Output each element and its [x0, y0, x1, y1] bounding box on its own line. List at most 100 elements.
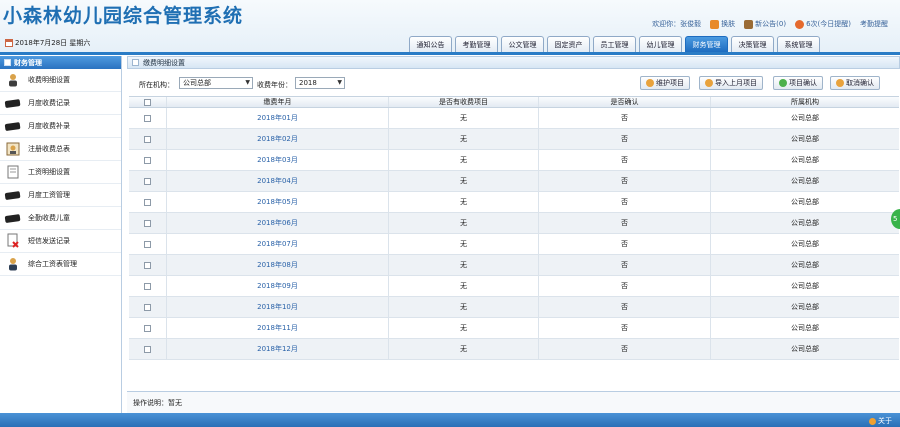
confirm-icon	[779, 79, 787, 87]
sidebar-item-fee-supplement[interactable]: 月度收费补录	[0, 115, 121, 138]
sidebar-item-fee-settings[interactable]: 收费明细设置	[0, 69, 121, 92]
row-checkbox[interactable]	[144, 114, 151, 122]
page-icon	[132, 59, 139, 66]
row-checkbox[interactable]	[144, 156, 151, 164]
import-last-month-button[interactable]: 导入上月项目	[699, 76, 763, 90]
reminder-link[interactable]: 6次(今日提醒)	[795, 19, 851, 29]
confirmed-cell: 否	[539, 192, 711, 212]
month-link[interactable]: 2018年05月	[257, 197, 298, 207]
month-link[interactable]: 2018年08月	[257, 260, 298, 270]
month-link[interactable]: 2018年11月	[257, 323, 298, 333]
row-checkbox[interactable]	[144, 240, 151, 248]
calendar-icon	[5, 39, 13, 47]
month-link[interactable]: 2018年02月	[257, 134, 298, 144]
month-link[interactable]: 2018年03月	[257, 155, 298, 165]
sidebar-item-monthly-fee[interactable]: 月度收费记录	[0, 92, 121, 115]
fee-table: 缴费年月 是否有收费项目 是否确认 所属机构 2018年01月无否公司总部 201…	[129, 96, 899, 360]
row-checkbox[interactable]	[144, 345, 151, 353]
row-checkbox[interactable]	[144, 303, 151, 311]
column-header: 是否确认	[539, 97, 711, 107]
header: 小森林幼儿园综合管理系统 欢迎你：张俊毅 换肤 新公告(0) 6次(今日提醒) …	[0, 0, 900, 52]
sidebar-item-full-attendance[interactable]: 全勤收费儿童	[0, 207, 121, 230]
attendance-reminder-link[interactable]: 考勤提醒	[860, 19, 888, 29]
app-window: 小森林幼儿园综合管理系统 欢迎你：张俊毅 换肤 新公告(0) 6次(今日提醒) …	[0, 0, 900, 427]
row-checkbox[interactable]	[144, 198, 151, 206]
row-checkbox[interactable]	[144, 177, 151, 185]
row-select-cell	[129, 234, 167, 254]
org-cell: 公司总部	[711, 213, 899, 233]
sidebar-item-sms-records[interactable]: 短信发送记录	[0, 230, 121, 253]
month-link[interactable]: 2018年12月	[257, 344, 298, 354]
has-items-cell: 无	[389, 150, 539, 170]
tab-assets[interactable]: 固定资产	[547, 36, 590, 52]
tab-finance[interactable]: 财务管理	[685, 36, 728, 52]
confirmed-cell: 否	[539, 213, 711, 233]
row-checkbox[interactable]	[144, 219, 151, 227]
month-link[interactable]: 2018年01月	[257, 113, 298, 123]
year-select[interactable]: 2018 ▼	[295, 77, 345, 89]
month-link[interactable]: 2018年07月	[257, 239, 298, 249]
row-checkbox[interactable]	[144, 135, 151, 143]
sidebar-item-label: 月度收费记录	[28, 99, 70, 107]
tab-system[interactable]: 系统管理	[777, 36, 820, 52]
month-link[interactable]: 2018年06月	[257, 218, 298, 228]
year-filter-label: 收费年份：	[257, 81, 292, 89]
sidebar-item-salary-settings[interactable]: 工资明细设置	[0, 161, 121, 184]
org-cell: 公司总部	[711, 276, 899, 296]
tab-notice[interactable]: 通知公告	[409, 36, 452, 52]
has-items-cell: 无	[389, 276, 539, 296]
table-header-row: 缴费年月 是否有收费项目 是否确认 所属机构	[129, 96, 899, 108]
sidebar-item-monthly-salary[interactable]: 月度工资管理	[0, 184, 121, 207]
cell-text: 否	[621, 282, 628, 290]
maintain-items-button[interactable]: 维护项目	[640, 76, 690, 90]
tab-staff[interactable]: 员工管理	[593, 36, 636, 52]
user-bar: 欢迎你：张俊毅 换肤 新公告(0) 6次(今日提醒) 考勤提醒	[652, 18, 888, 30]
sidebar-item-registration-summary[interactable]: 注册收费总表	[0, 138, 121, 161]
row-checkbox[interactable]	[144, 282, 151, 290]
main-nav: 通知公告 考勤管理 公文管理 固定资产 员工管理 幼儿管理 财务管理 决策管理 …	[409, 36, 820, 52]
toolbar: 所在机构： 公司总部 ▼ 收费年份： 2018 ▼ 维护项目 导入上月项目 项目…	[127, 73, 900, 95]
cell-text: 公司总部	[791, 261, 819, 269]
panel-header: 缴费明细设置	[127, 56, 900, 69]
cell-text: 否	[621, 240, 628, 248]
cell-text: 无	[460, 324, 467, 332]
select-all-checkbox[interactable]	[144, 98, 151, 106]
cell-text: 公司总部	[791, 303, 819, 311]
has-items-cell: 无	[389, 297, 539, 317]
tab-children[interactable]: 幼儿管理	[639, 36, 682, 52]
month-link[interactable]: 2018年09月	[257, 281, 298, 291]
row-checkbox[interactable]	[144, 324, 151, 332]
cell-text: 无	[460, 240, 467, 248]
cell-text: 否	[621, 177, 628, 185]
sidebar-item-label: 收费明细设置	[28, 76, 70, 84]
table-row: 2018年03月 无 否 公司总部	[129, 150, 899, 171]
row-select-cell	[129, 108, 167, 128]
notice-link[interactable]: 新公告(0)	[744, 19, 786, 29]
fee-month-cell: 2018年08月	[167, 255, 389, 275]
cell-text: 公司总部	[791, 135, 819, 143]
confirmed-cell: 否	[539, 276, 711, 296]
tab-decision[interactable]: 决策管理	[731, 36, 774, 52]
cell-text: 否	[621, 324, 628, 332]
org-select[interactable]: 公司总部 ▼	[179, 77, 253, 89]
tab-attendance[interactable]: 考勤管理	[455, 36, 498, 52]
sidebar-item-label: 注册收费总表	[28, 145, 70, 153]
tab-documents[interactable]: 公文管理	[501, 36, 544, 52]
sidebar-item-salary-summary[interactable]: 综合工资表管理	[0, 253, 121, 276]
sidebar-item-label: 综合工资表管理	[28, 260, 77, 268]
cell-text: 公司总部	[791, 240, 819, 248]
cancel-confirm-button[interactable]: 取消确认	[830, 76, 880, 90]
month-link[interactable]: 2018年10月	[257, 302, 298, 312]
month-link[interactable]: 2018年04月	[257, 176, 298, 186]
has-items-cell: 无	[389, 318, 539, 338]
column-header: 所属机构	[791, 98, 819, 106]
about-link[interactable]: 关于	[869, 416, 892, 426]
confirm-items-button[interactable]: 项目确认	[773, 76, 823, 90]
date-row: 2018年7月28日 星期六	[5, 38, 90, 48]
row-checkbox[interactable]	[144, 261, 151, 269]
has-items-cell: 无	[389, 255, 539, 275]
org-cell: 公司总部	[711, 234, 899, 254]
confirmed-cell: 否	[539, 129, 711, 149]
panel-title: 缴费明细设置	[143, 58, 185, 67]
switch-skin-link[interactable]: 换肤	[710, 19, 735, 29]
